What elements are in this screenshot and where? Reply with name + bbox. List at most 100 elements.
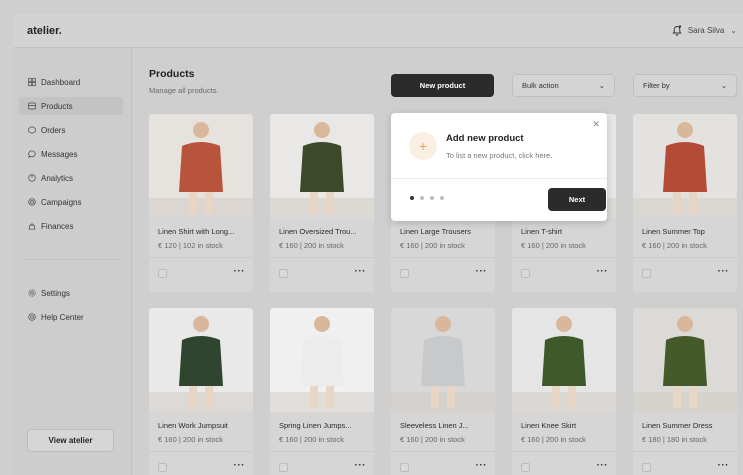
popup-description: To list a new product, click here. bbox=[446, 151, 553, 160]
select-checkbox[interactable] bbox=[279, 463, 288, 472]
sidebar-item-label: Messages bbox=[41, 149, 78, 159]
more-options-icon[interactable]: ··· bbox=[355, 460, 367, 471]
top-bar: atelier. Sara Silva ⌄ bbox=[14, 14, 743, 48]
product-image[interactable] bbox=[512, 308, 616, 412]
more-options-icon[interactable]: ··· bbox=[597, 460, 609, 471]
product-price-stock: € 160 | 200 in stock bbox=[521, 435, 586, 444]
step-dot bbox=[430, 196, 434, 200]
chevron-down-icon[interactable]: ⌄ bbox=[730, 26, 737, 35]
sidebar-item-label: Settings bbox=[41, 288, 70, 298]
finances-icon bbox=[28, 223, 36, 230]
select-checkbox[interactable] bbox=[400, 269, 409, 278]
sidebar-item-help-center[interactable]: Help Center bbox=[19, 308, 123, 326]
filter-by-select[interactable]: Filter by ⌄ bbox=[633, 74, 737, 97]
more-options-icon[interactable]: ··· bbox=[355, 266, 367, 277]
product-name[interactable]: Linen Summer Dress bbox=[642, 421, 712, 430]
product-card[interactable]: Linen Summer Top € 160 | 200 in stock ··· bbox=[633, 114, 737, 292]
app-logo[interactable]: atelier. bbox=[27, 25, 62, 37]
product-name[interactable]: Linen Knee Skirt bbox=[521, 421, 576, 430]
popup-title: Add new product bbox=[446, 133, 524, 144]
more-options-icon[interactable]: ··· bbox=[597, 266, 609, 277]
card-divider bbox=[391, 257, 495, 258]
product-image[interactable] bbox=[270, 308, 374, 412]
user-menu[interactable]: Sara Silva ⌄ bbox=[672, 25, 737, 36]
product-image[interactable] bbox=[149, 114, 253, 218]
more-options-icon[interactable]: ··· bbox=[718, 460, 730, 471]
card-divider bbox=[633, 257, 737, 258]
popup-divider bbox=[391, 178, 607, 179]
sidebar-item-finances[interactable]: Finances bbox=[19, 217, 123, 235]
product-price-stock: € 180 | 180 in stock bbox=[642, 435, 707, 444]
product-name[interactable]: Linen Shirt with Long... bbox=[158, 227, 234, 236]
product-card[interactable]: Linen Knee Skirt € 160 | 200 in stock ··· bbox=[512, 308, 616, 475]
product-name[interactable]: Linen Oversized Trou... bbox=[279, 227, 357, 236]
product-name[interactable]: Linen Large Trousers bbox=[400, 227, 471, 236]
sidebar-item-label: Finances bbox=[41, 221, 74, 231]
product-name[interactable]: Linen Summer Top bbox=[642, 227, 705, 236]
product-name[interactable]: Sleeveless Linen J... bbox=[400, 421, 469, 430]
product-image[interactable] bbox=[270, 114, 374, 218]
more-options-icon[interactable]: ··· bbox=[476, 460, 488, 471]
next-button[interactable]: Next bbox=[548, 188, 606, 211]
notification-bell-icon[interactable] bbox=[672, 25, 682, 36]
onboarding-popup: ✕ + Add new product To list a new produc… bbox=[391, 113, 607, 221]
select-checkbox[interactable] bbox=[521, 463, 530, 472]
help-icon bbox=[28, 313, 36, 321]
sidebar-item-label: Help Center bbox=[41, 312, 84, 322]
filter-by-label: Filter by bbox=[643, 81, 670, 90]
new-product-button[interactable]: New product bbox=[391, 74, 494, 97]
sidebar-item-products[interactable]: Products bbox=[19, 97, 123, 115]
sidebar-item-orders[interactable]: Orders bbox=[19, 121, 123, 139]
close-icon[interactable]: ✕ bbox=[592, 119, 600, 130]
product-price-stock: € 120 | 102 in stock bbox=[158, 241, 223, 250]
step-dot bbox=[410, 196, 414, 200]
product-card[interactable]: Sleeveless Linen J... € 160 | 200 in stoc… bbox=[391, 308, 495, 475]
sidebar-item-messages[interactable]: Messages bbox=[19, 145, 123, 163]
select-checkbox[interactable] bbox=[158, 269, 167, 278]
analytics-icon bbox=[28, 174, 36, 182]
chevron-down-icon: ⌄ bbox=[720, 81, 727, 90]
sidebar-item-label: Orders bbox=[41, 125, 66, 135]
product-image[interactable] bbox=[391, 308, 495, 412]
product-price-stock: € 160 | 200 in stock bbox=[279, 241, 344, 250]
product-card[interactable]: Linen Oversized Trou... € 160 | 200 in st… bbox=[270, 114, 374, 292]
user-name[interactable]: Sara Silva bbox=[688, 26, 724, 35]
sidebar-item-analytics[interactable]: Analytics bbox=[19, 169, 123, 187]
product-card[interactable]: Linen Shirt with Long... € 120 | 102 in s… bbox=[149, 114, 253, 292]
product-price-stock: € 160 | 200 in stock bbox=[400, 435, 465, 444]
bulk-action-select[interactable]: Bulk action ⌄ bbox=[512, 74, 615, 97]
product-name[interactable]: Spring Linen Jumps... bbox=[279, 421, 352, 430]
product-price-stock: € 160 | 200 in stock bbox=[279, 435, 344, 444]
view-atelier-button[interactable]: View atelier bbox=[27, 429, 114, 452]
card-divider bbox=[149, 451, 253, 452]
step-dot bbox=[440, 196, 444, 200]
product-image[interactable] bbox=[633, 114, 737, 218]
product-price-stock: € 160 | 200 in stock bbox=[400, 241, 465, 250]
more-options-icon[interactable]: ··· bbox=[234, 266, 246, 277]
more-options-icon[interactable]: ··· bbox=[476, 266, 488, 277]
select-checkbox[interactable] bbox=[158, 463, 167, 472]
sidebar-item-settings[interactable]: Settings bbox=[19, 284, 123, 302]
more-options-icon[interactable]: ··· bbox=[718, 266, 730, 277]
product-card[interactable]: Linen Summer Dress € 180 | 180 in stock ··… bbox=[633, 308, 737, 475]
more-options-icon[interactable]: ··· bbox=[234, 460, 246, 471]
main-content: Products Manage all products. New produc… bbox=[132, 48, 743, 475]
campaigns-icon bbox=[28, 198, 36, 206]
product-name[interactable]: Linen Work Jumpsuit bbox=[158, 421, 228, 430]
select-checkbox[interactable] bbox=[521, 269, 530, 278]
select-checkbox[interactable] bbox=[642, 269, 651, 278]
select-checkbox[interactable] bbox=[400, 463, 409, 472]
card-divider bbox=[512, 257, 616, 258]
product-name[interactable]: Linen T-shirt bbox=[521, 227, 562, 236]
product-image[interactable] bbox=[149, 308, 253, 412]
select-checkbox[interactable] bbox=[279, 269, 288, 278]
chevron-down-icon: ⌄ bbox=[598, 81, 605, 90]
select-checkbox[interactable] bbox=[642, 463, 651, 472]
card-divider bbox=[512, 451, 616, 452]
sidebar-item-campaigns[interactable]: Campaigns bbox=[19, 193, 123, 211]
product-image[interactable] bbox=[633, 308, 737, 412]
sidebar-item-dashboard[interactable]: Dashboard bbox=[19, 73, 123, 91]
product-card[interactable]: Linen Work Jumpsuit € 160 | 200 in stock ·… bbox=[149, 308, 253, 475]
product-card[interactable]: Spring Linen Jumps... € 160 | 200 in stoc… bbox=[270, 308, 374, 475]
product-price-stock: € 160 | 200 in stock bbox=[158, 435, 223, 444]
